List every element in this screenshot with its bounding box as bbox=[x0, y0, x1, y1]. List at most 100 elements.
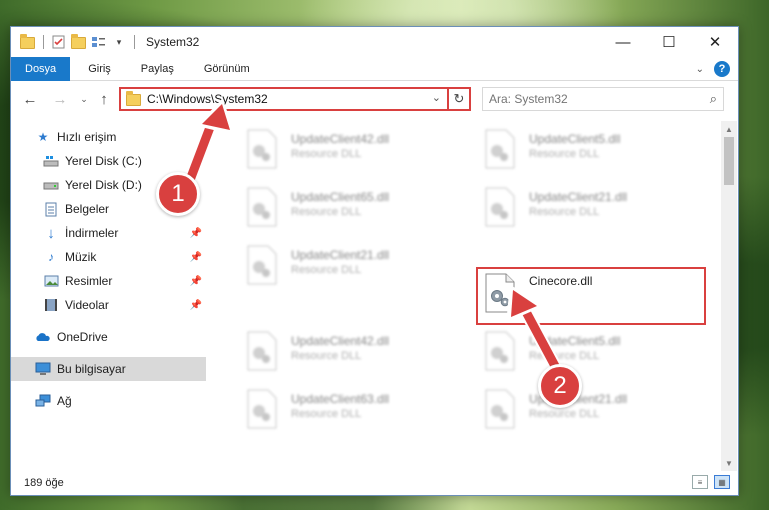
item-count: 189 öğe bbox=[24, 477, 64, 489]
file-type: Resource DLL bbox=[529, 350, 600, 362]
onedrive-icon bbox=[35, 329, 51, 345]
file-explorer-window: ▾ System32 — ☐ ✕ Dosya Giriş Paylaş Görü… bbox=[10, 26, 739, 496]
folder-icon bbox=[126, 90, 141, 109]
file-name: UpdateClient42.dll bbox=[291, 132, 390, 146]
sidebar-item-this-pc[interactable]: Bu bilgisayar bbox=[11, 357, 206, 381]
new-folder-icon[interactable] bbox=[71, 34, 87, 50]
sidebar-item-label: Yerel Disk (C:) bbox=[65, 154, 142, 168]
dll-file-icon bbox=[485, 129, 515, 169]
step-badge-2: 2 bbox=[538, 364, 582, 408]
dll-file-icon bbox=[485, 389, 515, 429]
file-name: UpdateClient42.dll bbox=[291, 334, 390, 348]
sidebar-item-downloads[interactable]: ↓ İndirmeler 📌 bbox=[11, 221, 206, 245]
tab-share[interactable]: Paylaş bbox=[129, 57, 186, 81]
address-bar[interactable]: C:\Windows\System32 ⌄ ↻ bbox=[119, 87, 471, 111]
dll-file-icon bbox=[247, 245, 277, 285]
network-icon bbox=[35, 393, 51, 409]
vertical-scrollbar[interactable]: ▲ ▼ bbox=[721, 121, 737, 471]
file-type: Resource DLL bbox=[529, 408, 600, 420]
file-type: Resource DLL bbox=[291, 206, 362, 218]
file-type: Resource DLL bbox=[291, 350, 362, 362]
sidebar-item-network[interactable]: Ağ bbox=[11, 389, 206, 413]
step-badge-1: 1 bbox=[156, 172, 200, 216]
scrollbar-thumb[interactable] bbox=[724, 137, 734, 185]
sidebar-item-local-disk-c[interactable]: Yerel Disk (C:) bbox=[11, 149, 206, 173]
sidebar-item-label: Ağ bbox=[57, 394, 72, 408]
dll-file-icon bbox=[485, 187, 515, 227]
back-arrow-icon[interactable]: ← bbox=[19, 88, 41, 110]
pin-icon[interactable]: 📌 bbox=[190, 252, 202, 263]
sidebar-item-pictures[interactable]: Resimler 📌 bbox=[11, 269, 206, 293]
file-type: Resource DLL bbox=[291, 148, 362, 160]
large-icons-view-icon[interactable]: ▦ bbox=[714, 475, 730, 489]
pin-icon[interactable]: 📌 bbox=[190, 300, 202, 311]
scroll-up-icon[interactable]: ▲ bbox=[721, 121, 737, 137]
sidebar-item-label: Yerel Disk (D:) bbox=[65, 178, 142, 192]
up-arrow-icon[interactable]: ↑ bbox=[93, 88, 115, 110]
pin-icon[interactable]: 📌 bbox=[190, 228, 202, 239]
view-toggle: ≡ ▦ bbox=[692, 475, 730, 489]
file-item[interactable]: UpdateClient42.dll Resource DLL bbox=[227, 125, 447, 173]
sidebar-item-label: Müzik bbox=[65, 250, 97, 264]
maximize-button[interactable]: ☐ bbox=[646, 27, 692, 57]
sidebar-item-label: OneDrive bbox=[57, 330, 108, 344]
sidebar-item-music[interactable]: ♪ Müzik 📌 bbox=[11, 245, 206, 269]
file-name: UpdateClient21.dll bbox=[529, 190, 628, 204]
customize-view-icon[interactable] bbox=[91, 34, 107, 50]
sidebar-item-videos[interactable]: Videolar 📌 bbox=[11, 293, 206, 317]
sidebar-item-label: Bu bilgisayar bbox=[57, 362, 126, 376]
status-bar: 189 öğe ≡ ▦ bbox=[11, 471, 738, 495]
details-view-icon[interactable]: ≡ bbox=[692, 475, 708, 489]
chevron-down-icon[interactable]: ⌄ bbox=[432, 91, 441, 104]
dll-file-icon bbox=[247, 187, 277, 227]
help-icon[interactable]: ? bbox=[714, 61, 730, 77]
tab-home[interactable]: Giriş bbox=[76, 57, 123, 81]
chevron-down-icon[interactable]: ▾ bbox=[111, 34, 127, 50]
file-item[interactable]: UpdateClient65.dll Resource DLL bbox=[227, 183, 447, 231]
minimize-button[interactable]: — bbox=[600, 27, 646, 57]
sidebar-item-label: İndirmeler bbox=[65, 226, 119, 240]
refresh-icon[interactable]: ↻ bbox=[447, 89, 469, 109]
title-bar: ▾ System32 — ☐ ✕ bbox=[11, 27, 738, 57]
documents-icon bbox=[43, 201, 59, 217]
file-name: UpdateClient63.dll bbox=[291, 392, 390, 406]
file-item[interactable]: UpdateClient21.dll Resource DLL bbox=[465, 183, 685, 231]
dll-file-icon bbox=[247, 389, 277, 429]
folder-icon bbox=[20, 34, 36, 50]
forward-arrow-icon[interactable]: → bbox=[49, 88, 71, 110]
videos-icon bbox=[43, 297, 59, 313]
file-name: UpdateClient5.dll bbox=[529, 132, 621, 146]
file-item[interactable]: UpdateClient63.dll Resource DLL bbox=[227, 385, 447, 433]
close-button[interactable]: ✕ bbox=[692, 27, 738, 57]
sidebar-item-onedrive[interactable]: OneDrive bbox=[11, 325, 206, 349]
drive-icon bbox=[43, 177, 59, 193]
windows-drive-icon bbox=[43, 153, 59, 169]
sidebar-item-quick-access[interactable]: ★ Hızlı erişim bbox=[11, 125, 206, 149]
dll-file-icon bbox=[247, 331, 277, 371]
navigation-bar: ← → ⌄ ↑ C:\Windows\System32 ⌄ ↻ ⌕ bbox=[11, 84, 738, 114]
search-icon[interactable]: ⌕ bbox=[710, 91, 717, 107]
file-item[interactable]: UpdateClient21.dll Resource DLL bbox=[227, 241, 447, 289]
sidebar-item-label: Belgeler bbox=[65, 202, 110, 216]
recent-locations-icon[interactable]: ⌄ bbox=[73, 88, 95, 110]
file-type: Resource DLL bbox=[529, 206, 600, 218]
file-item[interactable]: UpdateClient42.dll Resource DLL bbox=[227, 327, 447, 375]
search-input[interactable] bbox=[489, 92, 689, 106]
expand-ribbon-icon[interactable]: ⌄ bbox=[696, 64, 704, 75]
tab-view[interactable]: Görünüm bbox=[192, 57, 262, 81]
properties-icon[interactable] bbox=[51, 34, 67, 50]
download-icon: ↓ bbox=[47, 224, 55, 242]
dll-file-icon bbox=[485, 331, 515, 371]
address-path[interactable]: C:\Windows\System32 bbox=[147, 92, 268, 106]
file-item[interactable]: UpdateClient5.dll Resource DLL bbox=[465, 327, 685, 375]
star-icon: ★ bbox=[37, 130, 49, 144]
pin-icon[interactable]: 📌 bbox=[190, 276, 202, 287]
file-type: Resource DLL bbox=[291, 264, 362, 276]
file-type: Resource DLL bbox=[529, 148, 600, 160]
file-list: UpdateClient42.dll Resource DLL UpdateCl… bbox=[215, 121, 722, 471]
file-item[interactable]: UpdateClient5.dll Resource DLL bbox=[465, 125, 685, 173]
sidebar-item-label: Videolar bbox=[65, 298, 109, 312]
search-box[interactable]: ⌕ bbox=[482, 87, 724, 111]
scroll-down-icon[interactable]: ▼ bbox=[721, 455, 737, 471]
tab-file[interactable]: Dosya bbox=[11, 56, 71, 81]
